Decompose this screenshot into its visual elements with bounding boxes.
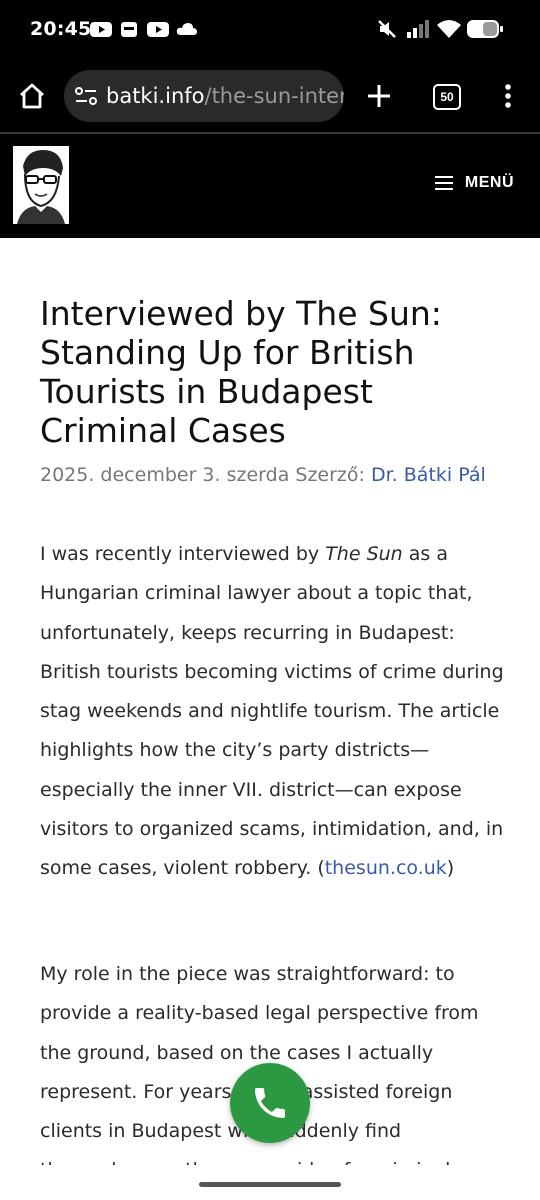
more-options-icon[interactable] bbox=[501, 83, 515, 109]
status-time: 20:45 bbox=[30, 18, 92, 40]
wifi-icon bbox=[437, 20, 461, 38]
article-meta: 2025. december 3. szerda Szerző: Dr. Bát… bbox=[40, 464, 486, 486]
status-bar: 20:45 bbox=[0, 0, 540, 60]
call-button[interactable] bbox=[230, 1063, 310, 1143]
inbox-icon bbox=[121, 22, 137, 37]
source-link[interactable]: thesun.co.uk bbox=[325, 857, 447, 879]
mute-icon bbox=[378, 20, 396, 38]
p1-publication: The Sun bbox=[325, 543, 403, 565]
gesture-home-bar[interactable] bbox=[199, 1182, 341, 1187]
p1-text-a: I was recently interviewed by bbox=[40, 543, 326, 565]
address-bar[interactable]: batki.info/the-sun-interv bbox=[64, 70, 344, 122]
youtube-icon bbox=[90, 22, 112, 37]
hamburger-icon bbox=[434, 176, 453, 190]
battery-icon bbox=[467, 20, 503, 38]
site-settings-icon[interactable] bbox=[74, 85, 98, 107]
menu-button[interactable]: MENÜ bbox=[434, 174, 514, 192]
url-path: /the-sun-interv bbox=[204, 84, 345, 108]
home-icon[interactable] bbox=[17, 81, 47, 111]
site-logo[interactable] bbox=[13, 146, 69, 224]
url-text: batki.info/the-sun-interv bbox=[106, 84, 344, 108]
portrait-sketch-icon bbox=[13, 146, 69, 224]
phone-icon bbox=[255, 1088, 285, 1118]
signal-icon bbox=[407, 20, 429, 38]
p1-text-b: as a Hungarian criminal lawyer about a t… bbox=[40, 543, 504, 880]
url-domain: batki.info bbox=[106, 84, 205, 108]
menu-label: MENÜ bbox=[464, 174, 514, 191]
new-tab-icon[interactable] bbox=[366, 83, 392, 109]
tab-switcher-button[interactable]: 50 bbox=[433, 84, 461, 110]
author-link[interactable]: Dr. Bátki Pál bbox=[371, 464, 486, 486]
author-prefix: Szerző: bbox=[295, 464, 365, 486]
youtube-icon bbox=[147, 22, 169, 37]
cloud-icon bbox=[176, 23, 197, 35]
article-paragraph-1: I was recently interviewed by The Sun as… bbox=[40, 535, 508, 889]
p1-text-c: ) bbox=[446, 857, 455, 880]
tab-count: 50 bbox=[440, 90, 454, 104]
article-title: Interviewed by The Sun: Standing Up for … bbox=[40, 294, 442, 450]
article-date: 2025. december 3. szerda bbox=[40, 464, 290, 486]
